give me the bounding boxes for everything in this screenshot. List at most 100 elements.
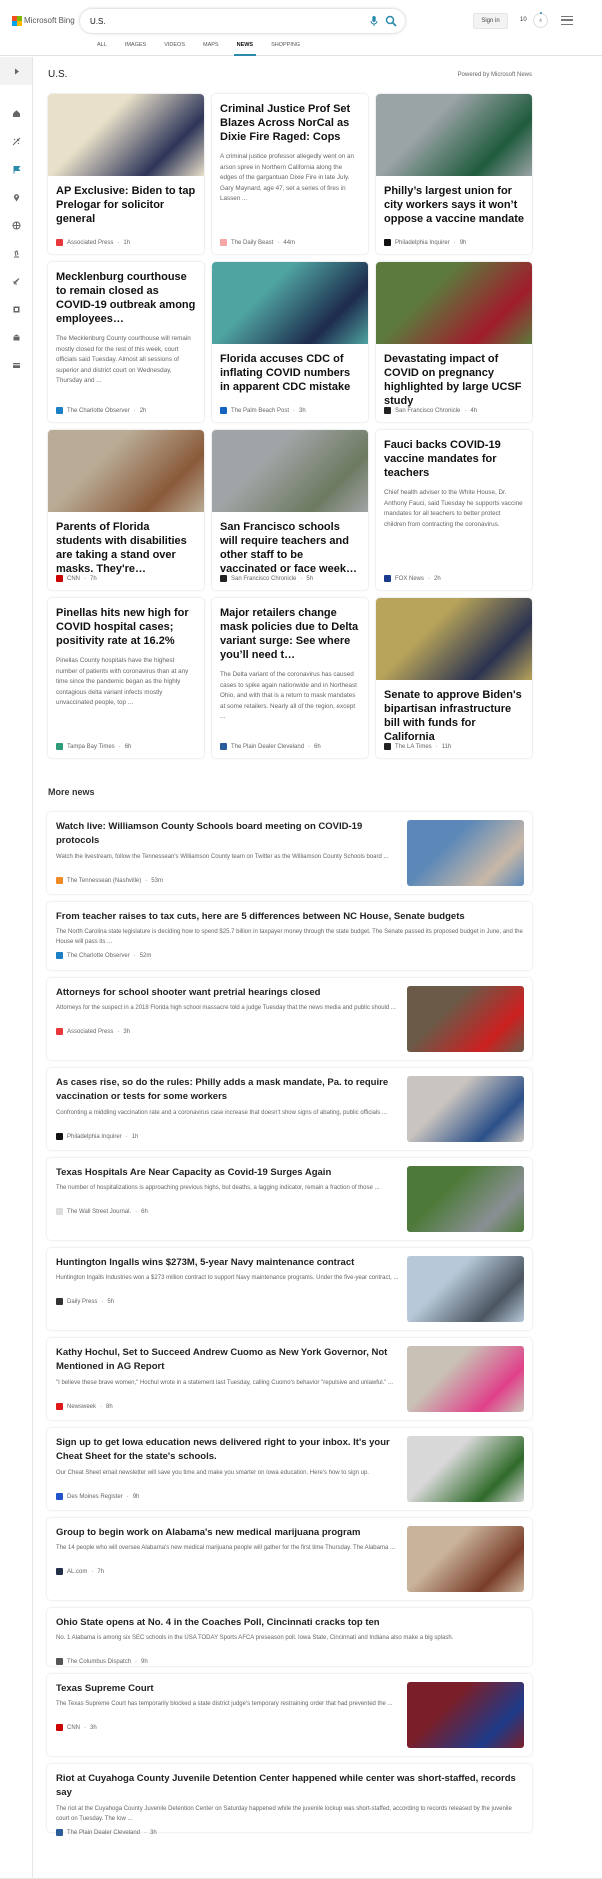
tab-videos[interactable]: VIDEOS: [155, 40, 194, 56]
source-name[interactable]: Tampa Bay Times: [67, 744, 115, 750]
tab-maps[interactable]: MAPS: [194, 40, 228, 56]
item-title[interactable]: Texas Hospitals Are Near Capacity as Cov…: [56, 1166, 401, 1180]
item-title[interactable]: Riot at Cuyahoga County Juvenile Detenti…: [56, 1772, 526, 1800]
news-image[interactable]: [376, 598, 532, 680]
sidebar-item-globe[interactable]: [0, 211, 32, 239]
news-thumbnail[interactable]: [407, 1436, 524, 1502]
source-name[interactable]: The Plain Dealer Cleveland: [67, 1830, 140, 1836]
item-title[interactable]: Sign up to get Iowa education news deliv…: [56, 1436, 401, 1464]
source-name[interactable]: Des Moines Register: [67, 1494, 123, 1500]
card-title[interactable]: Devastating impact of COVID on pregnancy…: [376, 344, 532, 408]
news-card[interactable]: AP Exclusive: Biden to tap Prelogar for …: [48, 94, 204, 254]
item-title[interactable]: As cases rise, so do the rules: Philly a…: [56, 1076, 401, 1104]
news-card[interactable]: Senate to approve Biden's bipartisan inf…: [376, 598, 532, 758]
news-list-item[interactable]: Ohio State opens at No. 4 in the Coaches…: [47, 1608, 532, 1666]
news-card[interactable]: Devastating impact of COVID on pregnancy…: [376, 262, 532, 422]
rewards-points[interactable]: 10: [520, 17, 527, 23]
news-list-item[interactable]: Texas Hospitals Are Near Capacity as Cov…: [47, 1158, 532, 1240]
sidebar-item-bank[interactable]: [0, 323, 32, 351]
news-thumbnail[interactable]: [407, 820, 524, 886]
source-name[interactable]: Associated Press: [67, 1029, 113, 1035]
sidebar-item-film[interactable]: [0, 295, 32, 323]
news-thumbnail[interactable]: [407, 986, 524, 1052]
news-card[interactable]: San Francisco schools will require teach…: [212, 430, 368, 590]
news-card[interactable]: Criminal Justice Prof Set Blazes Across …: [212, 94, 368, 254]
news-list-item[interactable]: Riot at Cuyahoga County Juvenile Detenti…: [47, 1764, 532, 1836]
news-image[interactable]: [212, 262, 368, 344]
card-title[interactable]: Pinellas hits new high for COVID hospita…: [48, 598, 204, 648]
source-name[interactable]: Philadelphia Inquirer: [67, 1134, 122, 1140]
news-card[interactable]: Philly’s largest union for city workers …: [376, 94, 532, 254]
source-name[interactable]: The Charlotte Observer: [67, 953, 130, 959]
item-title[interactable]: Attorneys for school shooter want pretri…: [56, 986, 401, 1000]
microsoft-logo-icon[interactable]: [12, 16, 22, 26]
card-title[interactable]: Florida accuses CDC of inflating COVID n…: [212, 344, 368, 394]
news-list-item[interactable]: Attorneys for school shooter want pretri…: [47, 978, 532, 1060]
news-card[interactable]: Florida accuses CDC of inflating COVID n…: [212, 262, 368, 422]
source-name[interactable]: The Wall Street Journal.: [67, 1209, 131, 1215]
news-image[interactable]: [376, 94, 532, 176]
source-name[interactable]: Associated Press: [67, 240, 113, 246]
news-image[interactable]: [48, 430, 204, 512]
card-title[interactable]: Criminal Justice Prof Set Blazes Across …: [212, 94, 368, 144]
source-name[interactable]: AL.com: [67, 1569, 87, 1575]
news-list-item[interactable]: Sign up to get Iowa education news deliv…: [47, 1428, 532, 1510]
news-thumbnail[interactable]: [407, 1526, 524, 1592]
hamburger-menu-icon[interactable]: [561, 16, 573, 25]
brand-name[interactable]: Microsoft Bing: [24, 16, 75, 25]
sidebar-item-rocket[interactable]: [0, 267, 32, 295]
sidebar-item-sports[interactable]: [0, 127, 32, 155]
source-name[interactable]: The Charlotte Observer: [67, 408, 130, 414]
card-title[interactable]: Mecklenburg courthouse to remain closed …: [48, 262, 204, 326]
source-name[interactable]: The LA Times: [395, 744, 432, 750]
source-name[interactable]: The Tennessean (Nashville): [67, 878, 141, 884]
sign-in-button[interactable]: Sign in: [473, 13, 508, 29]
tab-all[interactable]: ALL: [88, 40, 116, 56]
news-card[interactable]: Fauci backs COVID-19 vaccine mandates fo…: [376, 430, 532, 590]
news-image[interactable]: [48, 94, 204, 176]
sidebar-item-credit-card[interactable]: [0, 351, 32, 379]
news-thumbnail[interactable]: [407, 1166, 524, 1232]
card-title[interactable]: Senate to approve Biden's bipartisan inf…: [376, 680, 532, 744]
card-title[interactable]: San Francisco schools will require teach…: [212, 512, 368, 576]
source-name[interactable]: The Daily Beast: [231, 240, 273, 246]
news-card[interactable]: Pinellas hits new high for COVID hospita…: [48, 598, 204, 758]
news-thumbnail[interactable]: [407, 1682, 524, 1748]
item-title[interactable]: From teacher raises to tax cuts, here ar…: [56, 910, 526, 924]
news-list-item[interactable]: Huntington Ingalls wins $273M, 5-year Na…: [47, 1248, 532, 1330]
source-name[interactable]: The Columbus Dispatch: [67, 1659, 131, 1665]
item-title[interactable]: Texas Supreme Court: [56, 1682, 401, 1696]
news-card[interactable]: Major retailers change mask policies due…: [212, 598, 368, 758]
source-name[interactable]: FOX News: [395, 576, 424, 582]
source-name[interactable]: The Palm Beach Post: [231, 408, 289, 414]
rewards-trophy-icon[interactable]: ♁: [533, 12, 548, 28]
sidebar-item-microscope[interactable]: [0, 239, 32, 267]
tab-images[interactable]: IMAGES: [116, 40, 155, 56]
source-name[interactable]: CNN: [67, 1725, 80, 1731]
card-title[interactable]: AP Exclusive: Biden to tap Prelogar for …: [48, 176, 204, 226]
news-list-item[interactable]: Texas Supreme Court The Texas Supreme Cou…: [47, 1674, 532, 1756]
sidebar-item-location-pin[interactable]: [0, 183, 32, 211]
news-card[interactable]: Mecklenburg courthouse to remain closed …: [48, 262, 204, 422]
tab-news[interactable]: NEWS: [228, 40, 263, 56]
item-title[interactable]: Group to begin work on Alabama's new med…: [56, 1526, 401, 1540]
news-image[interactable]: [376, 262, 532, 344]
source-name[interactable]: San Francisco Chronicle: [231, 576, 296, 582]
news-thumbnail[interactable]: [407, 1256, 524, 1322]
card-title[interactable]: Philly’s largest union for city workers …: [376, 176, 532, 226]
news-image[interactable]: [212, 430, 368, 512]
microphone-icon[interactable]: [368, 15, 380, 27]
source-name[interactable]: Daily Press: [67, 1299, 97, 1305]
card-title[interactable]: Major retailers change mask policies due…: [212, 598, 368, 662]
news-list-item[interactable]: From teacher raises to tax cuts, here ar…: [47, 902, 532, 970]
news-thumbnail[interactable]: [407, 1076, 524, 1142]
news-list-item[interactable]: Kathy Hochul, Set to Succeed Andrew Cuom…: [47, 1338, 532, 1420]
item-title[interactable]: Ohio State opens at No. 4 in the Coaches…: [56, 1616, 526, 1630]
item-title[interactable]: Kathy Hochul, Set to Succeed Andrew Cuom…: [56, 1346, 401, 1374]
card-title[interactable]: Parents of Florida students with disabil…: [48, 512, 204, 576]
search-input[interactable]: [90, 14, 340, 28]
news-list-item[interactable]: As cases rise, so do the rules: Philly a…: [47, 1068, 532, 1150]
sidebar-item-home[interactable]: [0, 99, 32, 127]
source-name[interactable]: Philadelphia Inquirer: [395, 240, 450, 246]
source-name[interactable]: Newsweek: [67, 1404, 96, 1410]
